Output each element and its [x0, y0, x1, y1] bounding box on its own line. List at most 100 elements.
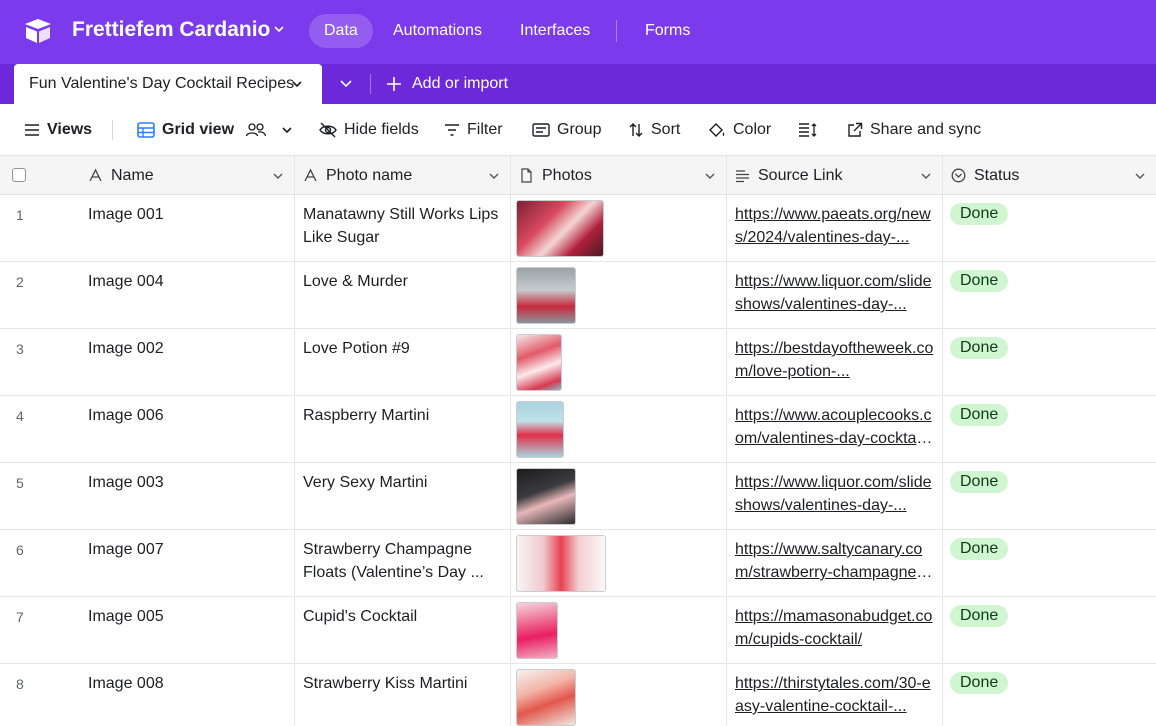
chevron-down-icon[interactable] — [1134, 170, 1146, 182]
column-header-name[interactable]: Name — [80, 156, 295, 195]
nav-data[interactable]: Data — [309, 14, 373, 48]
source-link[interactable]: https://www.paeats.org/news/2024/valenti… — [735, 203, 934, 249]
status-cell[interactable]: Done — [943, 530, 1156, 597]
chevron-down-icon[interactable] — [272, 170, 284, 182]
status-cell[interactable]: Done — [943, 597, 1156, 664]
source-link[interactable]: https://thirstytales.com/30-easy-valenti… — [735, 672, 934, 718]
table-row[interactable]: 3 Image 002 Love Potion #9 https://bestdayo… — [0, 329, 1156, 396]
select-all-checkbox[interactable] — [12, 168, 26, 182]
filter-button[interactable]: Filter — [444, 120, 503, 140]
name-cell[interactable]: Image 002 — [80, 329, 295, 396]
photo-thumbnail[interactable] — [516, 334, 562, 391]
tab-active-table[interactable]: Fun Valentine's Day Cocktail Recipes — [14, 64, 322, 104]
status-cell[interactable]: Done — [943, 396, 1156, 463]
row-height-button[interactable] — [798, 120, 818, 140]
status-cell[interactable]: Done — [943, 664, 1156, 726]
name-value: Image 001 — [88, 206, 164, 223]
photo-thumbnail[interactable] — [516, 401, 564, 458]
chevron-down-icon[interactable] — [704, 170, 716, 182]
photos-cell[interactable] — [511, 530, 727, 597]
source-link[interactable]: https://www.liquor.com/slideshows/valent… — [735, 270, 934, 316]
photos-cell[interactable] — [511, 396, 727, 463]
source-link[interactable]: https://mamasonabudget.com/cupids-cockta… — [735, 605, 934, 651]
group-button[interactable]: Group — [532, 120, 601, 140]
base-name[interactable]: Frettiefem Cardanio — [72, 16, 270, 44]
photo-thumbnail[interactable] — [516, 669, 576, 726]
status-cell[interactable]: Done — [943, 329, 1156, 396]
column-header-photos[interactable]: Photos — [511, 156, 727, 195]
table-row[interactable]: 2 Image 004 Love & Murder https://www.liquo… — [0, 262, 1156, 329]
photo-name-cell[interactable]: Manatawny Still Works Lips Like Sugar — [295, 195, 511, 262]
share-and-sync-button[interactable]: Share and sync — [847, 120, 981, 140]
chevron-down-icon[interactable] — [488, 170, 500, 182]
add-or-import-button[interactable]: Add or import — [386, 74, 508, 94]
table-row[interactable]: 7 Image 005 Cupid's Cocktail https://mamaso… — [0, 597, 1156, 664]
name-cell[interactable]: Image 003 — [80, 463, 295, 530]
table-row[interactable]: 1 Image 001 Manatawny Still Works Lips Lik… — [0, 195, 1156, 262]
source-link-cell[interactable]: https://bestdayoftheweek.com/love-potion… — [727, 329, 943, 396]
photo-name-cell[interactable]: Cupid's Cocktail — [295, 597, 511, 664]
name-cell[interactable]: Image 007 — [80, 530, 295, 597]
views-button[interactable]: Views — [24, 120, 92, 140]
source-link-cell[interactable]: https://www.liquor.com/slideshows/valent… — [727, 463, 943, 530]
photo-thumbnail[interactable] — [516, 267, 576, 324]
chevron-down-icon[interactable] — [290, 77, 304, 91]
name-cell[interactable]: Image 001 — [80, 195, 295, 262]
nav-interfaces[interactable]: Interfaces — [505, 14, 605, 48]
chevron-down-icon[interactable] — [920, 170, 932, 182]
table-row[interactable]: 6 Image 007 Strawberry Champagne Floats (V… — [0, 530, 1156, 597]
photos-cell[interactable] — [511, 463, 727, 530]
name-cell[interactable]: Image 005 — [80, 597, 295, 664]
photo-name-cell[interactable]: Love & Murder — [295, 262, 511, 329]
source-link-cell[interactable]: https://www.liquor.com/slideshows/valent… — [727, 262, 943, 329]
source-link-cell[interactable]: https://thirstytales.com/30-easy-valenti… — [727, 664, 943, 726]
column-header-status[interactable]: Status — [943, 156, 1156, 195]
photo-thumbnail[interactable] — [516, 468, 576, 525]
photo-name-cell[interactable]: Very Sexy Martini — [295, 463, 511, 530]
source-link[interactable]: https://www.liquor.com/slideshows/valent… — [735, 471, 934, 517]
source-link-cell[interactable]: https://www.paeats.org/news/2024/valenti… — [727, 195, 943, 262]
photos-cell[interactable] — [511, 195, 727, 262]
photo-thumbnail[interactable] — [516, 200, 604, 257]
source-link-cell[interactable]: https://mamasonabudget.com/cupids-cockta… — [727, 597, 943, 664]
color-button[interactable]: Color — [708, 120, 771, 140]
toolbar-divider — [112, 120, 113, 140]
column-header-source-link[interactable]: Source Link — [727, 156, 943, 195]
source-link[interactable]: https://www.saltycanary.com/strawberry-c… — [735, 538, 934, 584]
table-row[interactable]: 5 Image 003 Very Sexy Martini https://www.l… — [0, 463, 1156, 530]
name-cell[interactable]: Image 006 — [80, 396, 295, 463]
status-cell[interactable]: Done — [943, 463, 1156, 530]
base-logo-icon[interactable] — [24, 18, 52, 44]
source-link[interactable]: https://www.acouplecooks.com/valentines-… — [735, 404, 934, 450]
grid-view-button[interactable]: Grid view — [137, 120, 294, 140]
photo-name-cell[interactable]: Strawberry Champagne Floats (Valentine’s… — [295, 530, 511, 597]
table-row[interactable]: 4 Image 006 Raspberry Martini https://www.a… — [0, 396, 1156, 463]
photo-name-cell[interactable]: Love Potion #9 — [295, 329, 511, 396]
column-header-photo-name[interactable]: Photo name — [295, 156, 511, 195]
table-row[interactable]: 8 Image 008 Strawberry Kiss Martini https:/… — [0, 664, 1156, 726]
photo-thumbnail[interactable] — [516, 535, 606, 592]
name-cell[interactable]: Image 008 — [80, 664, 295, 726]
photos-cell[interactable] — [511, 664, 727, 726]
chevron-down-icon[interactable] — [272, 22, 286, 36]
chevron-down-icon[interactable] — [280, 123, 294, 137]
photo-name-value: Cupid's Cocktail — [303, 608, 418, 625]
nav-forms[interactable]: Forms — [630, 14, 705, 48]
sort-button[interactable]: Sort — [628, 120, 680, 140]
photo-thumbnail[interactable] — [516, 602, 558, 659]
photo-name-cell[interactable]: Raspberry Martini — [295, 396, 511, 463]
chevron-down-icon[interactable] — [338, 77, 354, 91]
photos-cell[interactable] — [511, 329, 727, 396]
status-cell[interactable]: Done — [943, 262, 1156, 329]
name-cell[interactable]: Image 004 — [80, 262, 295, 329]
photo-name-cell[interactable]: Strawberry Kiss Martini — [295, 664, 511, 726]
hide-fields-button[interactable]: Hide fields — [319, 120, 419, 140]
source-link[interactable]: https://bestdayoftheweek.com/love-potion… — [735, 337, 934, 383]
photos-cell[interactable] — [511, 262, 727, 329]
source-link-cell[interactable]: https://www.acouplecooks.com/valentines-… — [727, 396, 943, 463]
photos-cell[interactable] — [511, 597, 727, 664]
status-cell[interactable]: Done — [943, 195, 1156, 262]
nav-automations[interactable]: Automations — [378, 14, 497, 48]
source-link-cell[interactable]: https://www.saltycanary.com/strawberry-c… — [727, 530, 943, 597]
photo-name-value: Strawberry Champagne Floats (Valentine’s… — [303, 541, 484, 581]
